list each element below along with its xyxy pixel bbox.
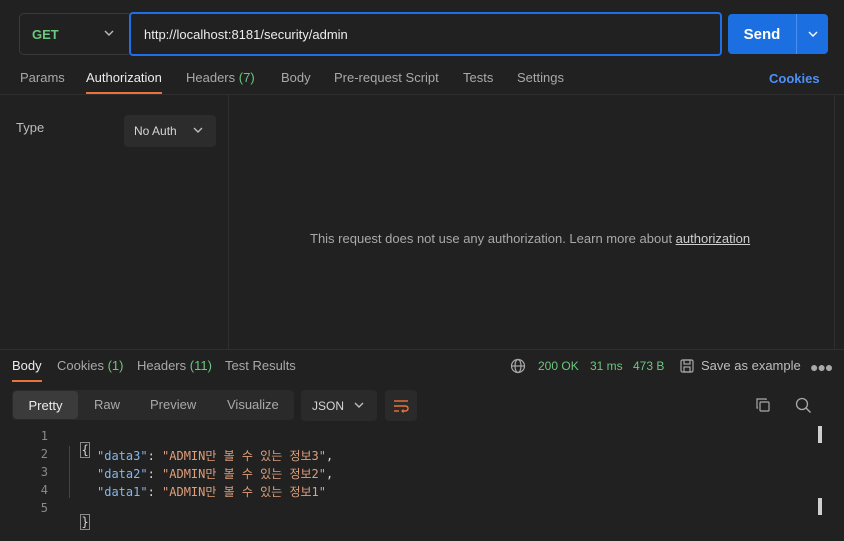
tab-authorization[interactable]: Authorization [86,70,162,85]
line-number: 5 [40,501,48,515]
search-icon[interactable] [795,397,812,414]
json-value: "ADMIN만 볼 수 있는 정보3" [162,449,327,463]
response-tab-headers-count: (11) [189,358,212,373]
response-tab-test-results[interactable]: Test Results [225,358,296,373]
open-brace: { [80,442,90,458]
line-number: 2 [40,447,48,461]
code-line[interactable]: "data1": "ADMIN만 볼 수 있는 정보1" [97,483,326,500]
wrap-lines-button[interactable] [385,390,417,421]
url-input[interactable]: http://localhost:8181/security/admin [129,12,722,56]
tab-pre-request-script[interactable]: Pre-request Script [334,70,439,85]
authorization-link[interactable]: authorization [676,231,750,246]
chevron-down-icon [354,402,364,408]
send-options-button[interactable] [796,14,828,54]
scrollbar-thumb[interactable] [818,426,822,443]
json-value: "ADMIN만 볼 수 있는 정보1" [162,485,327,499]
format-tab-visualize[interactable]: Visualize [227,397,279,412]
chevron-down-icon [104,30,114,36]
active-tab-indicator [12,380,42,382]
code-line[interactable]: "data2": "ADMIN만 볼 수 있는 정보2", [97,465,333,482]
response-tab-body[interactable]: Body [12,358,42,373]
auth-message: This request does not use any authorizat… [310,231,750,246]
line-number: 3 [40,465,48,479]
scrollbar-thumb[interactable] [818,498,822,515]
response-tab-headers[interactable]: Headers (11) [137,358,212,373]
tab-body[interactable]: Body [281,70,311,85]
divider [0,349,844,350]
response-tab-cookies[interactable]: Cookies (1) [57,358,123,373]
format-tab-pretty[interactable]: Pretty [13,391,78,419]
auth-type-value: No Auth [134,124,177,138]
code-line[interactable]: "data3": "ADMIN만 볼 수 있는 정보3", [97,447,333,464]
auth-type-select[interactable]: No Auth [124,115,216,147]
json-key: "data1" [97,485,148,499]
line-number: 1 [40,429,48,443]
tab-headers-count: (7) [238,70,255,85]
divider [834,95,835,349]
response-format-value: JSON [312,398,345,413]
json-comma: , [326,467,334,481]
chevron-down-icon [193,127,203,133]
code-line[interactable]: } [67,501,90,530]
auth-type-label: Type [16,120,45,135]
method-label: GET [32,26,59,42]
code-line[interactable]: { [67,429,90,458]
tab-tests[interactable]: Tests [463,70,493,85]
json-key: "data2" [97,467,148,481]
tab-settings[interactable]: Settings [517,70,564,85]
format-tab-preview[interactable]: Preview [150,397,196,412]
response-time[interactable]: 31 ms [590,359,623,373]
close-brace: } [80,514,90,530]
format-tab-raw[interactable]: Raw [94,397,120,412]
copy-icon[interactable] [755,397,771,413]
tab-headers[interactable]: Headers (7) [186,70,255,85]
response-tab-headers-label: Headers [137,358,187,373]
cookies-link[interactable]: Cookies [769,71,820,86]
json-comma: , [326,449,334,463]
chevron-down-icon [808,31,817,37]
line-number: 4 [40,483,48,497]
send-button[interactable]: Send [728,14,796,54]
response-tab-cookies-count: (1) [107,358,124,373]
auth-message-text: This request does not use any authorizat… [310,231,676,246]
more-options-icon[interactable]: ●●● [810,359,833,375]
save-icon[interactable] [679,358,695,374]
response-format-select[interactable]: JSON [301,390,377,421]
json-key: "data3" [97,449,148,463]
save-as-example-button[interactable]: Save as example [701,358,801,373]
response-tab-cookies-label: Cookies [57,358,104,373]
wrap-lines-icon [394,399,409,413]
response-size[interactable]: 473 B [633,359,664,373]
tab-params[interactable]: Params [20,70,65,85]
globe-icon[interactable] [510,358,526,374]
status-code[interactable]: 200 OK [538,359,579,373]
json-value: "ADMIN만 볼 수 있는 정보2" [162,467,327,481]
tab-headers-label: Headers [186,70,236,85]
method-select[interactable]: GET [19,13,129,55]
